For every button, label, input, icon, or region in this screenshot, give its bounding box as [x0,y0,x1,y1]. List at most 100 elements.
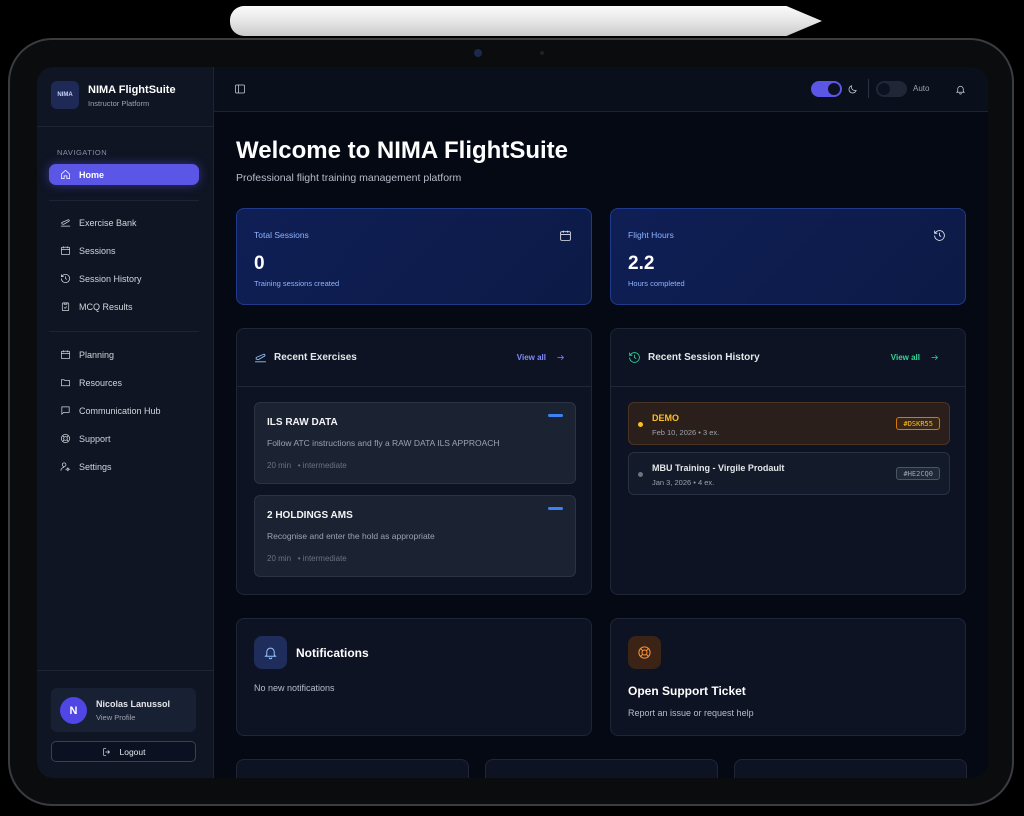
sidebar-item-session-history[interactable]: Session History [49,268,199,289]
session-count: • 4 ex. [693,478,715,487]
stat-value: 2.2 [628,253,655,274]
avatar: N [60,697,87,724]
sidebar-item-label: Planning [79,349,115,360]
page-title: Welcome to NIMA FlightSuite [236,137,569,164]
calendar-icon [559,229,573,243]
sidebar-item-exercise-bank[interactable]: Exercise Bank [49,212,199,233]
exercise-duration: 20 min [267,461,292,470]
sidebar-divider [37,670,213,671]
panel-title: Recent Session History [648,352,760,363]
recent-session-history-panel: Recent Session History View all DEMO Feb… [610,328,966,595]
view-all-label: View all [516,353,546,362]
exercise-title: ILS RAW DATA [267,417,338,428]
bell-icon [254,636,287,669]
stat-description: Hours completed [628,279,685,288]
bell-icon [955,85,966,95]
toggle-knob [828,83,840,95]
session-item[interactable]: MBU Training - Virgile Prodault Jan 3, 2… [628,452,950,495]
status-dot [638,422,643,427]
sidebar-item-home[interactable]: Home [49,164,199,185]
exercise-level: • intermediate [297,461,347,470]
sidebar-item-label: Session History [79,273,142,284]
exercise-card[interactable]: ILS RAW DATA Follow ATC instructions and… [254,402,576,484]
app-screen: NIMA NIMA FlightSuite Instructor Platfor… [37,67,988,778]
session-meta: Jan 3, 2026 • 4 ex. [652,478,714,487]
toggle-knob [878,83,890,95]
folder-icon [59,377,71,389]
sidebar-item-label: Exercise Bank [79,217,137,228]
recent-exercises-panel: Recent Exercises View all ILS RAW DATA F… [236,328,592,595]
support-title: Open Support Ticket [628,684,746,698]
exercise-meta: 20 min • intermediate [267,554,347,563]
quick-action-card[interactable] [236,759,469,778]
quick-action-card[interactable] [485,759,718,778]
quick-action-card[interactable] [734,759,967,778]
message-icon [59,405,71,417]
sidebar-item-mcq-results[interactable]: MCQ Results [49,296,199,317]
stat-label: Total Sessions [254,230,309,240]
stat-card-flight-hours: Flight Hours 2.2 Hours completed [610,208,966,305]
calendar-icon [59,245,71,257]
page-subtitle: Professional flight training management … [236,172,462,184]
plane-takeoff-icon [59,217,71,229]
panel-header: Recent Exercises View all [237,329,591,387]
view-all-sessions-link[interactable]: View all [891,353,939,362]
history-icon [628,351,641,364]
brand-subtitle: Instructor Platform [88,99,150,108]
topbar-divider [868,79,869,98]
user-settings-icon [59,461,71,473]
view-profile-link[interactable]: View Profile [96,713,135,722]
session-meta: Feb 10, 2026 • 3 ex. [652,428,719,437]
sidebar: NIMA NIMA FlightSuite Instructor Platfor… [37,67,214,778]
exercise-title: 2 HOLDINGS AMS [267,510,353,521]
sidebar-item-support[interactable]: Support [49,428,199,449]
session-date: Jan 3, 2026 [652,478,692,487]
history-icon [59,273,71,285]
stat-card-total-sessions: Total Sessions 0 Training sessions creat… [236,208,592,305]
brand-title: NIMA FlightSuite [88,84,176,96]
notifications-title: Notifications [296,646,369,660]
stat-label: Flight Hours [628,230,674,240]
support-ticket-card[interactable]: Open Support Ticket Report an issue or r… [610,618,966,736]
panel-header: Recent Session History View all [611,329,965,387]
arrow-right-icon [557,355,564,360]
home-icon [59,169,71,181]
sidebar-item-label: MCQ Results [79,301,133,312]
sidebar-item-planning[interactable]: Planning [49,344,199,365]
history-icon [933,229,947,243]
sidebar-item-communication-hub[interactable]: Communication Hub [49,400,199,421]
sidebar-item-resources[interactable]: Resources [49,372,199,393]
plane-takeoff-icon [254,351,267,364]
camera-dot [474,49,482,57]
view-all-exercises-link[interactable]: View all [517,353,565,362]
sidebar-item-sessions[interactable]: Sessions [49,240,199,261]
exercise-card[interactable]: 2 HOLDINGS AMS Recognise and enter the h… [254,495,576,577]
exercise-duration: 20 min [267,554,292,563]
sidebar-item-label: Support [79,433,111,444]
exercise-description: Follow ATC instructions and fly a RAW DA… [267,438,500,448]
brand[interactable]: NIMA NIMA FlightSuite Instructor Platfor… [51,81,211,111]
sidebar-item-settings[interactable]: Settings [49,456,199,477]
sidebar-item-label: Resources [79,377,123,388]
session-item[interactable]: DEMO Feb 10, 2026 • 3 ex. #DSKR55 [628,402,950,445]
stat-value: 0 [254,253,265,274]
user-profile-card[interactable]: N Nicolas Lanussol View Profile [51,688,196,732]
brand-logo: NIMA [51,81,79,109]
sidebar-item-label: Settings [79,461,112,472]
auto-theme-toggle[interactable] [876,81,907,97]
logout-button[interactable]: Logout [51,741,196,762]
stylus-pencil [230,6,822,36]
dark-mode-toggle[interactable] [811,81,842,97]
notifications-button[interactable] [955,82,967,95]
lifebuoy-icon [59,433,71,445]
topbar: Auto [214,67,988,112]
session-name: MBU Training - Virgile Prodault [652,463,785,473]
nav-divider [49,331,199,332]
session-date: Feb 10, 2026 [652,428,697,437]
status-dot [638,472,643,477]
session-code-badge: #HE2CQ0 [896,467,940,480]
exercise-level: • intermediate [297,554,347,563]
sidebar-toggle-button[interactable] [234,82,246,94]
lifebuoy-icon [628,636,661,669]
session-name: DEMO [652,413,679,423]
